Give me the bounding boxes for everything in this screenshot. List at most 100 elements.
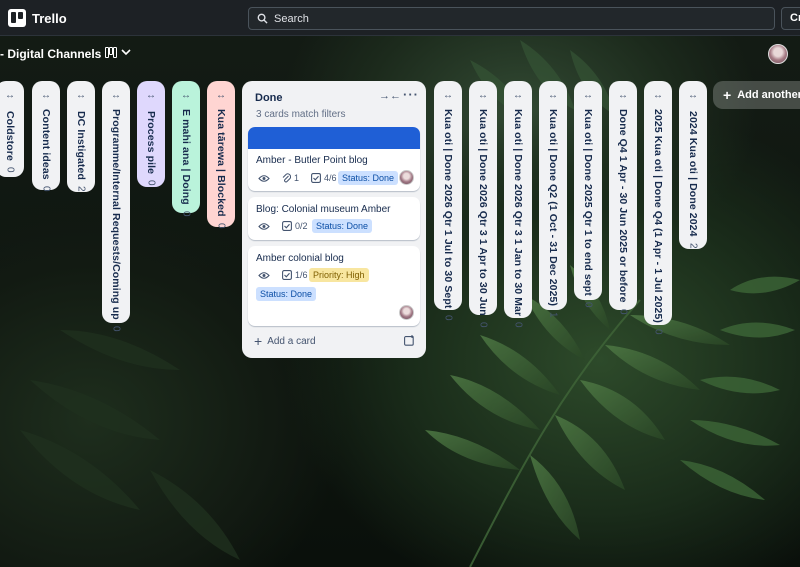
list-card-count: 1 (547, 312, 559, 318)
list-title: Kua oti | Done 2026 Qtr 3 1 Apr to 30 Ju… (477, 109, 489, 316)
list-card-count: 2 (75, 185, 87, 192)
card-title: Amber colonial blog (256, 253, 344, 264)
app-name: Trello (32, 10, 67, 26)
board-view-switcher[interactable] (105, 47, 131, 58)
status-label: Status: Done (256, 287, 317, 301)
collapsed-list-done-q4-before[interactable]: ↔ Done Q4 1 Apr - 30 Jun 2025 or before … (609, 81, 637, 314)
card-cover (248, 127, 420, 149)
list-title: Kua tārewa | Blocked (215, 109, 227, 217)
collapsed-list-doing[interactable]: ↔ E mahi ana | Doing 0 (172, 81, 200, 216)
card-amber-colonial-blog[interactable]: Amber colonial blog 1/6 Priority: High S… (248, 246, 420, 326)
expand-list-icon[interactable]: ↔ (653, 91, 663, 101)
expand-list-icon[interactable]: ↔ (443, 91, 453, 101)
collapsed-list-dc-instigated[interactable]: ↔ DC Instigated 2 (67, 81, 95, 192)
priority-label: Priority: High (309, 268, 369, 282)
add-list-label: Add another li (737, 89, 800, 101)
collapsed-list-done-2024[interactable]: ↔ 2024 Kua oti | Done 2024 2 (679, 81, 707, 249)
status-label: Status: Done (312, 219, 373, 233)
checklist-progress: 1/6 (295, 270, 308, 280)
board-header: - Digital Channels (0, 36, 800, 74)
list-done: Done →← ··· 3 cards match filters Amber … (242, 81, 426, 358)
filter-match-note: 3 cards match filters (256, 109, 346, 120)
expand-list-icon[interactable]: ↔ (548, 91, 558, 101)
collapsed-list-coldstore[interactable]: ↔ Coldstore 0 (0, 81, 24, 177)
checklist-icon (282, 270, 292, 280)
plus-icon: + (723, 87, 732, 103)
expand-list-icon[interactable]: ↔ (41, 91, 51, 101)
list-menu-icon[interactable]: ··· (403, 87, 419, 102)
list-card-count: 0 (4, 166, 16, 173)
add-another-list-button[interactable]: + Add another li (713, 81, 800, 109)
expand-list-icon[interactable]: ↔ (5, 91, 15, 103)
list-title: Kua oti | Done 2026 Qtr 3 1 Jan to 30 Ma… (512, 109, 524, 317)
list-card-count: 0 (477, 321, 489, 328)
list-title: Process pile (145, 111, 157, 175)
checklist-progress: 4/6 (324, 173, 337, 183)
expand-list-icon[interactable]: ↔ (478, 91, 488, 101)
list-title: E mahi ana | Doing (180, 109, 192, 205)
expand-list-icon[interactable]: ↔ (688, 91, 698, 103)
status-label: Status: Done (338, 171, 399, 185)
collapsed-list-done-2026-q3-apr[interactable]: ↔ Kua oti | Done 2026 Qtr 3 1 Apr to 30 … (469, 81, 497, 327)
create-from-template-icon[interactable] (404, 335, 415, 346)
create-button[interactable]: Cr (781, 7, 800, 30)
card-badges: 0/2 (258, 221, 308, 231)
card-title: Blog: Colonial museum Amber (256, 204, 391, 215)
card-butler-point-blog[interactable]: Amber - Butler Point blog 1 4/6 Status: … (248, 127, 420, 191)
list-card-count: 2 (687, 242, 699, 249)
collapsed-list-done-q2-2025[interactable]: ↔ Kua oti | Done Q2 (1 Oct - 31 Dec 2025… (539, 81, 567, 318)
collapsed-list-done-2025-q1[interactable]: ↔ Kua oti | Done 2025 Qtr 1 to end sept … (574, 81, 602, 307)
attachment-count: 1 (294, 173, 300, 183)
collapsed-list-programme-requests[interactable]: ↔ Programme/Internal Requests/Coming up … (102, 81, 130, 331)
expand-list-icon[interactable]: ↔ (111, 91, 121, 101)
list-card-count: 0 (442, 314, 454, 321)
list-title: DC Instigated (75, 111, 87, 180)
collapsed-list-done-2026-q3-jan[interactable]: ↔ Kua oti | Done 2026 Qtr 3 1 Jan to 30 … (504, 81, 532, 328)
expand-list-icon[interactable]: ↔ (76, 91, 86, 103)
card-badges: 1 4/6 (258, 173, 337, 183)
plus-icon: + (254, 333, 263, 349)
list-title: Kua oti | Done Q2 (1 Oct - 31 Dec 2025) (547, 109, 559, 307)
list-title: Coldstore (4, 111, 16, 161)
watching-eye-icon (258, 271, 270, 279)
card-colonial-museum-blog[interactable]: Blog: Colonial museum Amber 0/2 Status: … (248, 197, 420, 240)
checklist-icon (282, 221, 292, 231)
list-card-count: 0 (110, 325, 122, 332)
list-card-count: 0 (617, 308, 629, 315)
list-title: Kua oti | Done 2025 Qtr 1 to end sept (582, 109, 594, 296)
expand-list-icon[interactable]: ↔ (181, 91, 191, 101)
expand-list-icon[interactable]: ↔ (513, 91, 523, 101)
list-card-count: 0 (40, 185, 52, 192)
list-card-count: 0 (215, 222, 227, 229)
search-placeholder: Search (274, 12, 309, 25)
expand-list-icon[interactable]: ↔ (618, 91, 628, 101)
top-navigation-bar: Trello Search Cr (0, 0, 800, 36)
attachment-paperclip-icon (282, 173, 291, 183)
expand-list-icon[interactable]: ↔ (146, 91, 156, 103)
list-title[interactable]: Done (255, 92, 283, 104)
board-title[interactable]: - Digital Channels (0, 47, 101, 61)
card-member-avatar[interactable] (399, 305, 414, 320)
list-title: Programme/Internal Requests/Coming up (110, 109, 122, 320)
checklist-icon (311, 173, 321, 183)
list-title: Kua oti | Done 2026 Qtr 1 Jul to 30 Sept (442, 109, 454, 309)
list-card-count: 0 (652, 329, 664, 335)
collapsed-list-process-pile[interactable]: ↔ Process pile 0 (137, 81, 165, 187)
list-card-count: 0 (180, 210, 192, 217)
board-member-avatar[interactable] (768, 44, 788, 64)
card-badges: 1/6 (258, 270, 308, 280)
collapsed-list-blocked[interactable]: ↔ Kua tārewa | Blocked 0 (207, 81, 235, 229)
list-title: Content ideas (40, 109, 52, 180)
trello-logo-link[interactable]: Trello (8, 9, 67, 27)
collapsed-list-done-2026-q1[interactable]: ↔ Kua oti | Done 2026 Qtr 1 Jul to 30 Se… (434, 81, 462, 320)
checklist-progress: 0/2 (295, 221, 308, 231)
search-input[interactable]: Search (248, 7, 775, 30)
card-member-avatar[interactable] (399, 170, 414, 185)
expand-list-icon[interactable]: ↔ (216, 91, 226, 101)
expand-list-icon[interactable]: ↔ (583, 91, 593, 101)
add-card-button[interactable]: + Add a card (254, 333, 316, 349)
collapsed-list-done-2025-q4[interactable]: ↔ 2025 Kua oti | Done Q4 (1 Apr - 1 Jul … (644, 81, 672, 335)
collapse-list-icon[interactable]: →← (379, 90, 401, 102)
collapsed-list-content-ideas[interactable]: ↔ Content ideas 0 (32, 81, 60, 192)
list-card-count: 0 (582, 301, 594, 308)
